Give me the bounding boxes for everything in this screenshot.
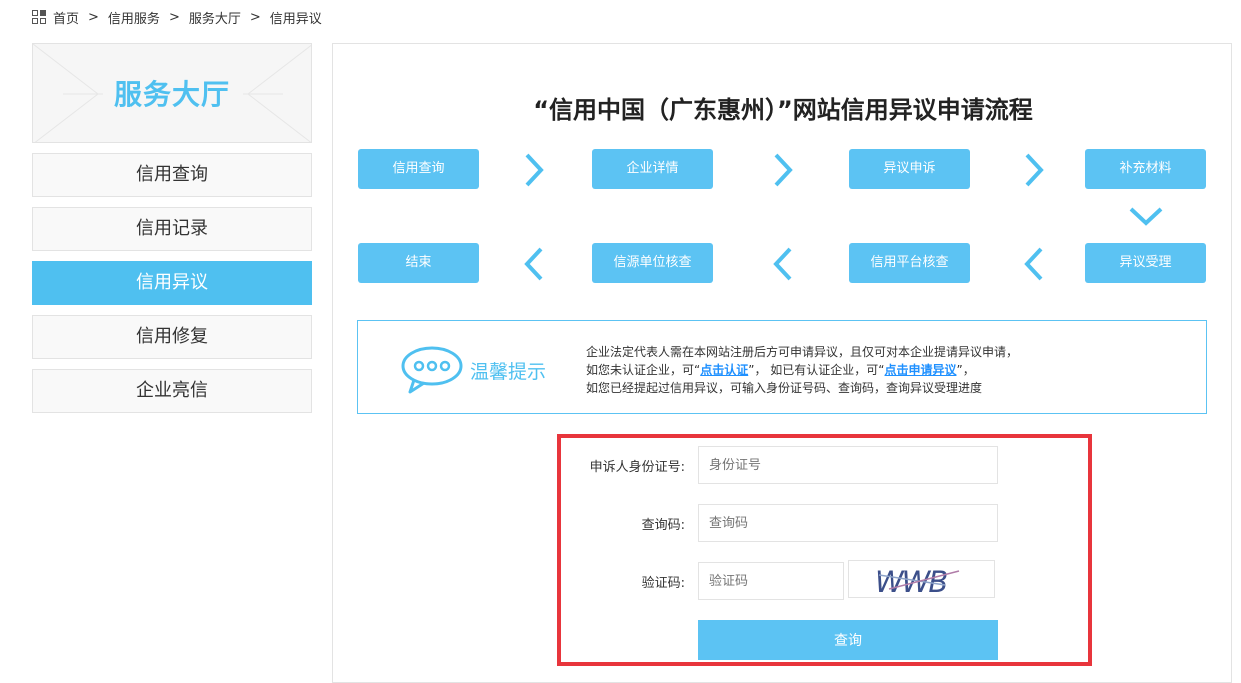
apply-objection-link[interactable]: 点击申请异议: [884, 363, 956, 377]
tip-text-fragment: ”， 如已有认证企业，可“: [748, 363, 885, 377]
flow-step-platform-verification[interactable]: 信用平台核查: [849, 243, 970, 283]
chevron-right-icon: [525, 153, 544, 187]
sidebar-header: 服务大厅: [32, 43, 312, 143]
breadcrumb-separator: >: [88, 9, 99, 25]
id-number-label: 申诉人身份证号:: [589, 460, 685, 475]
page-title: “信用中国（广东惠州）”网站信用异议申请流程: [533, 96, 1033, 124]
tip-text: 企业法定代表人需在本网站注册后方可申请异议，且仅可对本企业提请异议申请， 如您未…: [586, 343, 1186, 397]
captcha-graphic: WWB: [875, 565, 960, 599]
id-number-input[interactable]: [698, 446, 998, 484]
breadcrumb: 首页 > 信用服务 > 服务大厅 > 信用异议: [32, 7, 322, 27]
tip-text-fragment: 如您未认证企业，可“: [586, 363, 701, 377]
captcha-input[interactable]: [698, 562, 844, 600]
flow-step-objection-appeal[interactable]: 异议申诉: [849, 149, 970, 189]
chevron-right-icon: [774, 153, 793, 187]
chevron-down-icon: [1129, 207, 1163, 226]
flow-step-credit-query[interactable]: 信用查询: [358, 149, 479, 189]
tip-line-1: 企业法定代表人需在本网站注册后方可申请异议，且仅可对本企业提请异议申请，: [586, 345, 1019, 359]
breadcrumb-current: 信用异议: [269, 11, 322, 27]
captcha-image[interactable]: WWB: [848, 560, 995, 599]
breadcrumb-separator: >: [168, 9, 180, 25]
query-form: 申诉人身份证号: 查询码: 验证码: WWB 查询: [557, 434, 1092, 666]
certify-link[interactable]: 点击认证: [700, 363, 748, 377]
sidebar-item-credit-repair[interactable]: 信用修复: [32, 315, 312, 359]
query-code-label: 查询码:: [641, 518, 685, 533]
grid-icon: [32, 10, 46, 24]
breadcrumb-home[interactable]: 首页: [53, 8, 79, 27]
tip-box: 温馨提示 企业法定代表人需在本网站注册后方可申请异议，且仅可对本企业提请异议申请…: [357, 320, 1207, 414]
chevron-left-icon: [1024, 247, 1043, 281]
breadcrumb-credit-service[interactable]: 信用服务: [108, 8, 160, 27]
sidebar-title: 服务大厅: [111, 73, 232, 113]
tip-line-2: 如您未认证企业，可“点击认证”， 如已有认证企业，可“点击申请异议”，: [586, 361, 1186, 379]
captcha-label: 验证码:: [641, 576, 685, 591]
tip-line-3: 如您已经提起过信用异议，可输入身份证号码、查询码，查询异议受理进度: [586, 381, 983, 395]
tip-text-fragment: ”，: [956, 363, 975, 377]
chat-bubble-icon: [401, 346, 463, 394]
sidebar-item-enterprise-credit[interactable]: 企业亮信: [32, 369, 312, 413]
chevron-left-icon: [773, 247, 792, 281]
captcha-text: WWB: [875, 565, 947, 599]
breadcrumb-service-hall[interactable]: 服务大厅: [189, 8, 241, 27]
query-code-input[interactable]: [698, 504, 998, 542]
chevron-left-icon: [524, 247, 543, 281]
flow-step-source-verification[interactable]: 信源单位核查: [592, 243, 713, 283]
sidebar: 服务大厅 信用查询 信用记录 信用异议 信用修复 企业亮信: [32, 43, 312, 413]
sidebar-item-credit-objection[interactable]: 信用异议: [32, 261, 312, 305]
breadcrumb-separator: >: [249, 9, 261, 25]
flow-step-objection-accepted[interactable]: 异议受理: [1085, 243, 1206, 283]
sidebar-item-credit-record[interactable]: 信用记录: [32, 207, 312, 251]
sidebar-item-credit-query[interactable]: 信用查询: [32, 153, 312, 197]
query-button[interactable]: 查询: [698, 620, 998, 660]
tip-label: 温馨提示: [470, 361, 547, 383]
flow-step-supplement-materials[interactable]: 补充材料: [1085, 149, 1206, 189]
chevron-right-icon: [1025, 153, 1044, 187]
flow-step-end[interactable]: 结束: [358, 243, 479, 283]
flow-step-company-detail[interactable]: 企业详情: [592, 149, 713, 189]
